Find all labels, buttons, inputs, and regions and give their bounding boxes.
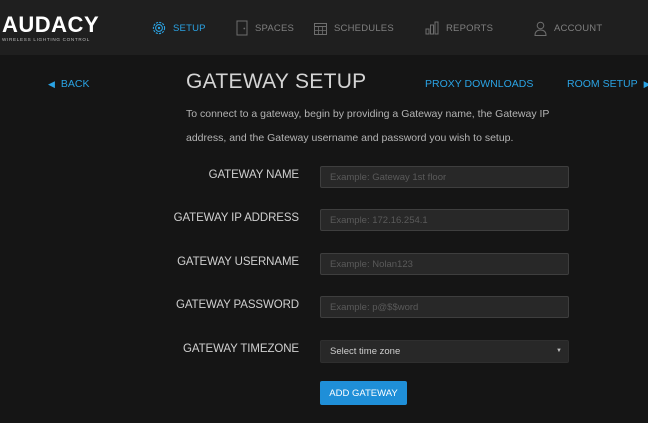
- nav-setup[interactable]: SETUP: [152, 18, 206, 38]
- gateway-name-label: GATEWAY NAME: [208, 169, 299, 181]
- proxy-downloads-link[interactable]: PROXY DOWNLOADS: [425, 78, 533, 90]
- left-arrow-icon: ◀: [48, 79, 55, 89]
- nav-schedules[interactable]: SCHEDULES: [314, 18, 394, 38]
- gateway-name-input[interactable]: [320, 166, 569, 188]
- timezone-select[interactable]: Select time zone ▼: [320, 340, 569, 363]
- top-navigation-bar: AUDACY WIRELESS LIGHTING CONTROL SETUP S…: [0, 0, 648, 55]
- back-link[interactable]: ◀ BACK: [48, 78, 90, 90]
- brand-logo[interactable]: AUDACY WIRELESS LIGHTING CONTROL: [2, 12, 100, 43]
- brand-tagline: WIRELESS LIGHTING CONTROL: [2, 37, 90, 42]
- intro-text: To connect to a gateway, begin by provid…: [186, 108, 550, 144]
- add-gateway-button[interactable]: ADD GATEWAY: [320, 381, 407, 405]
- gateway-ip-label: GATEWAY IP ADDRESS: [173, 212, 299, 224]
- gateway-password-label: GATEWAY PASSWORD: [176, 299, 299, 311]
- room-setup-link[interactable]: ROOM SETUP ▶: [567, 78, 648, 90]
- right-arrow-icon: ▶: [643, 79, 648, 89]
- gateway-username-label: GATEWAY USERNAME: [177, 256, 299, 268]
- nav-spaces-label: SPACES: [255, 22, 295, 34]
- dropdown-caret-icon: ▼: [556, 348, 562, 354]
- calendar-icon: [314, 22, 327, 35]
- brand-name: AUDACY: [2, 12, 100, 37]
- bar-chart-icon: [425, 21, 439, 35]
- back-label: BACK: [60, 78, 90, 90]
- gear-icon: [152, 21, 166, 35]
- nav-schedules-label: SCHEDULES: [334, 22, 394, 34]
- page-title: GATEWAY SETUP: [186, 70, 367, 93]
- gateway-password-input[interactable]: [320, 296, 569, 318]
- gateway-ip-input[interactable]: [320, 209, 569, 231]
- nav-setup-label: SETUP: [173, 22, 206, 34]
- nav-account-label: ACCOUNT: [554, 22, 603, 34]
- nav-reports[interactable]: REPORTS: [425, 18, 493, 38]
- user-icon: [534, 21, 547, 36]
- room-setup-label: ROOM SETUP: [567, 78, 638, 90]
- nav-account[interactable]: ACCOUNT: [534, 18, 602, 38]
- door-icon: [236, 20, 248, 36]
- timezone-selected-value: Select time zone: [330, 346, 401, 357]
- gateway-timezone-label: GATEWAY TIMEZONE: [183, 343, 299, 355]
- nav-spaces[interactable]: SPACES: [236, 18, 294, 38]
- nav-reports-label: REPORTS: [446, 22, 494, 34]
- gateway-username-input[interactable]: [320, 253, 569, 275]
